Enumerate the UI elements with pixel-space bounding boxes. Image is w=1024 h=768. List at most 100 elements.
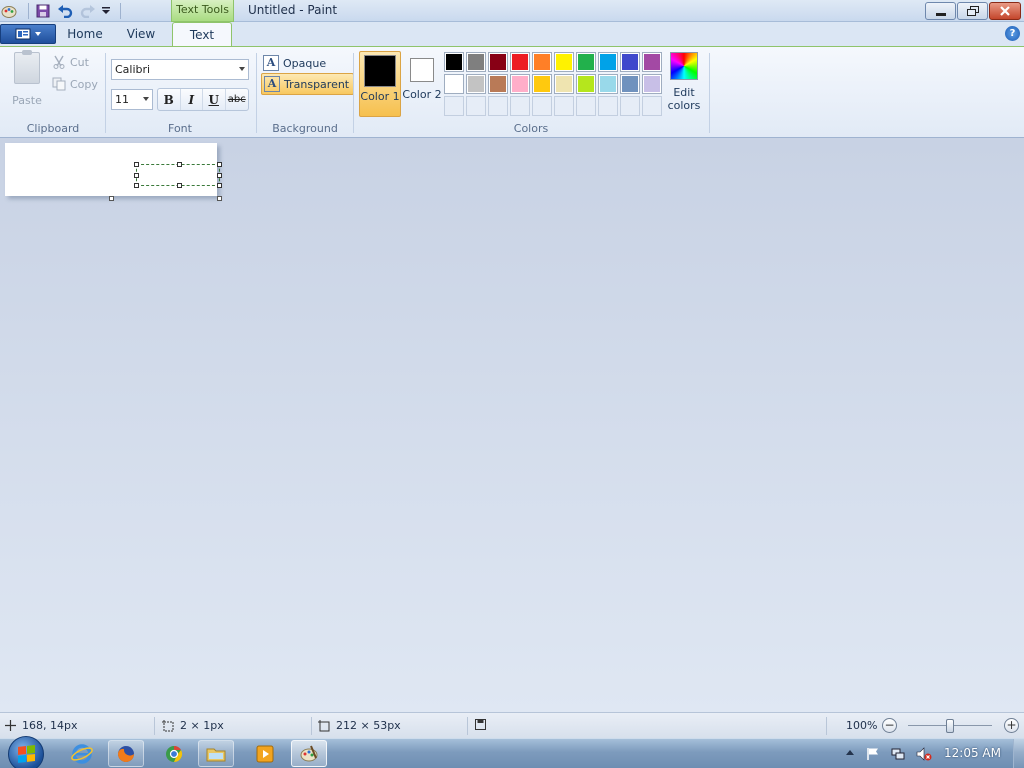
status-bar: 168, 14px 2 × 1px 212 × 53px 100% − + bbox=[0, 712, 1024, 738]
font-family-dropdown[interactable]: Calibri bbox=[111, 59, 249, 80]
textbox-handle[interactable] bbox=[177, 162, 182, 167]
clock[interactable]: 12:05 AM bbox=[944, 746, 1001, 760]
help-icon[interactable]: ? bbox=[1005, 26, 1020, 41]
transparent-button[interactable]: A Transparent bbox=[261, 73, 355, 95]
action-center-flag-icon[interactable] bbox=[866, 747, 880, 761]
palette-custom-slot[interactable] bbox=[620, 96, 640, 116]
palette-custom-slot[interactable] bbox=[554, 96, 574, 116]
network-icon[interactable] bbox=[891, 747, 905, 761]
palette-color-swatch[interactable] bbox=[532, 74, 552, 94]
save-icon[interactable] bbox=[35, 3, 51, 19]
palette-color-swatch[interactable] bbox=[444, 74, 464, 94]
crosshair-icon bbox=[5, 720, 16, 731]
canvas-resize-handle-corner[interactable] bbox=[217, 196, 222, 201]
palette-custom-slot[interactable] bbox=[532, 96, 552, 116]
paint-menu-button[interactable] bbox=[0, 24, 56, 44]
paint-app-icon[interactable] bbox=[1, 3, 17, 19]
paste-label: Paste bbox=[12, 94, 42, 107]
textbox-handle[interactable] bbox=[217, 162, 222, 167]
paste-button[interactable]: Paste bbox=[8, 50, 46, 114]
canvas-workspace[interactable] bbox=[0, 138, 1024, 712]
zoom-slider-thumb[interactable] bbox=[946, 719, 954, 733]
strikethrough-button[interactable]: abc bbox=[226, 89, 248, 110]
palette-color-swatch[interactable] bbox=[620, 52, 640, 72]
text-input-box[interactable] bbox=[134, 162, 222, 188]
firefox-taskbar-button[interactable] bbox=[108, 740, 144, 767]
palette-color-swatch[interactable] bbox=[532, 52, 552, 72]
font-family-value: Calibri bbox=[115, 63, 151, 76]
restore-button[interactable] bbox=[957, 2, 988, 20]
zoom-in-button[interactable]: + bbox=[1004, 718, 1019, 733]
palette-color-swatch[interactable] bbox=[444, 52, 464, 72]
copy-button[interactable]: Copy bbox=[52, 75, 98, 93]
cut-button[interactable]: Cut bbox=[52, 53, 89, 71]
media-player-taskbar-button[interactable] bbox=[247, 740, 283, 767]
volume-muted-icon[interactable] bbox=[916, 747, 932, 761]
tab-view[interactable]: View bbox=[116, 22, 166, 46]
textbox-handle[interactable] bbox=[217, 183, 222, 188]
palette-custom-slot[interactable] bbox=[576, 96, 596, 116]
edit-colors-button[interactable]: Edit colors bbox=[666, 52, 702, 116]
palette-color-swatch[interactable] bbox=[642, 52, 662, 72]
textbox-handle[interactable] bbox=[134, 183, 139, 188]
color2-button[interactable]: Color 2 bbox=[401, 51, 443, 117]
menu-icon bbox=[15, 28, 31, 40]
italic-button[interactable]: I bbox=[181, 89, 203, 110]
palette-color-swatch[interactable] bbox=[598, 52, 618, 72]
underline-button[interactable]: U bbox=[203, 89, 226, 110]
tab-home[interactable]: Home bbox=[58, 22, 112, 46]
group-separator bbox=[256, 53, 257, 133]
title-bar: Text Tools Untitled - Paint bbox=[0, 0, 1024, 22]
font-size-dropdown[interactable]: 11 bbox=[111, 89, 153, 110]
opaque-button[interactable]: A Opaque bbox=[261, 52, 330, 74]
zoom-level: 100% bbox=[846, 719, 878, 732]
palette-color-swatch[interactable] bbox=[488, 52, 508, 72]
paint-taskbar-button[interactable] bbox=[291, 740, 327, 767]
palette-color-swatch[interactable] bbox=[576, 52, 596, 72]
show-desktop-button[interactable] bbox=[1013, 739, 1024, 768]
customize-qat-icon[interactable] bbox=[98, 3, 114, 19]
minimize-button[interactable] bbox=[925, 2, 956, 20]
palette-color-swatch[interactable] bbox=[620, 74, 640, 94]
canvas-resize-handle-bottom[interactable] bbox=[109, 196, 114, 201]
show-hidden-icons-button[interactable] bbox=[846, 750, 854, 755]
palette-color-swatch[interactable] bbox=[510, 52, 530, 72]
palette-custom-slot[interactable] bbox=[444, 96, 464, 116]
status-separator bbox=[311, 717, 312, 735]
palette-color-swatch[interactable] bbox=[576, 74, 596, 94]
zoom-out-button[interactable]: − bbox=[882, 718, 897, 733]
palette-custom-slot[interactable] bbox=[510, 96, 530, 116]
bold-button[interactable]: B bbox=[158, 89, 181, 110]
palette-custom-slot[interactable] bbox=[642, 96, 662, 116]
palette-color-swatch[interactable] bbox=[488, 74, 508, 94]
internet-explorer-taskbar-button[interactable] bbox=[64, 740, 100, 767]
chrome-taskbar-button[interactable] bbox=[156, 740, 192, 767]
undo-icon[interactable] bbox=[57, 3, 73, 19]
palette-color-swatch[interactable] bbox=[466, 74, 486, 94]
textbox-handle[interactable] bbox=[177, 183, 182, 188]
start-button[interactable] bbox=[8, 736, 44, 768]
textbox-handle[interactable] bbox=[217, 173, 222, 178]
palette-color-chip bbox=[644, 76, 660, 92]
paint-icon bbox=[300, 745, 318, 761]
palette-color-swatch[interactable] bbox=[598, 74, 618, 94]
palette-color-swatch[interactable] bbox=[554, 52, 574, 72]
palette-custom-slot[interactable] bbox=[488, 96, 508, 116]
background-group-label: Background bbox=[272, 122, 338, 135]
textbox-handle[interactable] bbox=[134, 162, 139, 167]
redo-icon[interactable] bbox=[80, 3, 96, 19]
palette-color-swatch[interactable] bbox=[554, 74, 574, 94]
palette-color-swatch[interactable] bbox=[642, 74, 662, 94]
palette-color-swatch[interactable] bbox=[466, 52, 486, 72]
font-size-value: 11 bbox=[115, 93, 129, 106]
textbox-handle[interactable] bbox=[134, 173, 139, 178]
palette-color-swatch[interactable] bbox=[510, 74, 530, 94]
color1-button[interactable]: Color 1 bbox=[359, 51, 401, 117]
palette-custom-slot[interactable] bbox=[466, 96, 486, 116]
file-explorer-taskbar-button[interactable] bbox=[198, 740, 234, 767]
palette-custom-slot[interactable] bbox=[598, 96, 618, 116]
qat-separator bbox=[28, 3, 29, 19]
tab-text[interactable]: Text bbox=[172, 22, 232, 47]
close-button[interactable] bbox=[989, 2, 1021, 20]
canvas-size-value: 212 × 53px bbox=[336, 719, 401, 732]
